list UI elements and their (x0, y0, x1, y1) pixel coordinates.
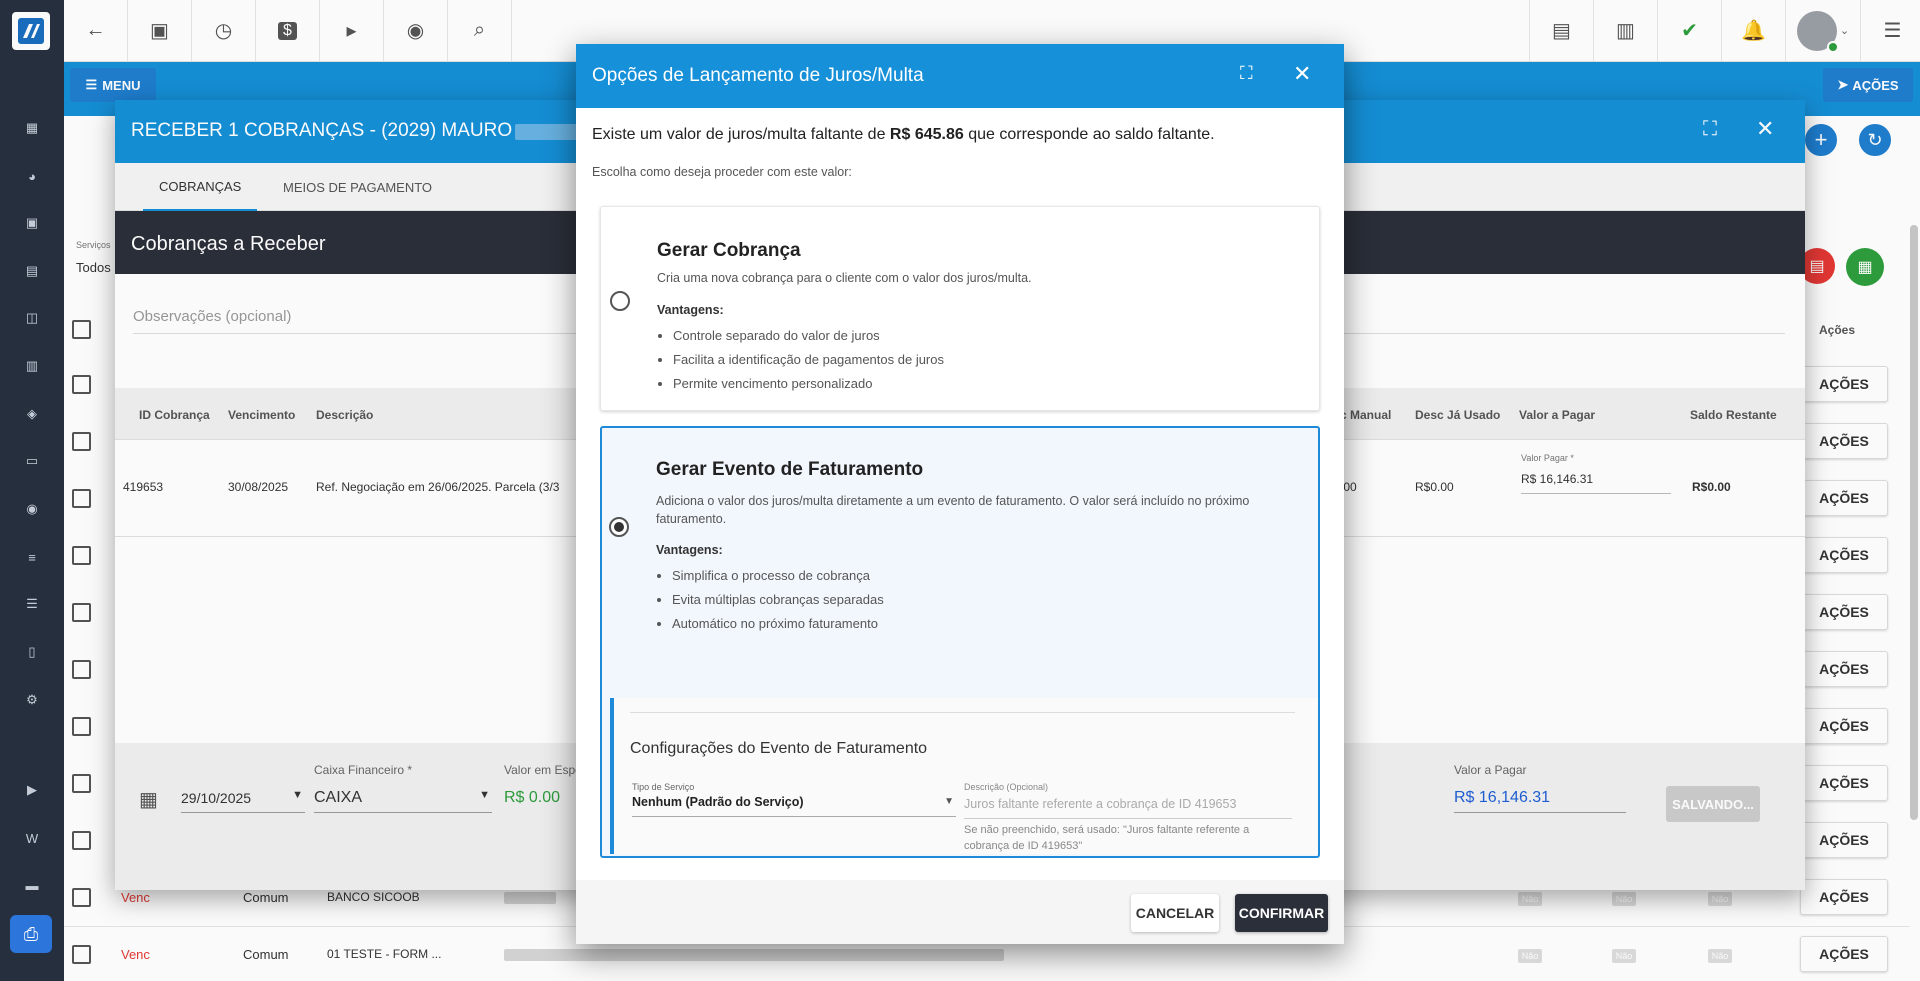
descricao-label: Descrição (Opcional) (964, 782, 1049, 792)
close-icon[interactable]: ✕ (1293, 61, 1311, 87)
descricao-hint: Se não preenchido, será usado: "Juros fa… (964, 824, 1250, 852)
option-description: Adiciona o valor dos juros/multa diretam… (656, 494, 1250, 526)
list-item: Facilita a identificação de pagamentos d… (673, 348, 944, 372)
divider (630, 712, 1295, 713)
option-gerar-evento[interactable]: Gerar Evento de Faturamento Adiciona o v… (600, 426, 1320, 858)
juros-multa-dialog: Opções de Lançamento de Juros/Multa ⛶ ✕ … (576, 44, 1344, 944)
vantagens-label: Vantagens: (656, 543, 723, 557)
choose-text: Escolha como deseja proceder com este va… (592, 165, 852, 179)
dialog-title: Opções de Lançamento de Juros/Multa (592, 65, 924, 86)
list-item: Automático no próximo faturamento (672, 612, 884, 636)
vantagens-list: Controle separado do valor de juros Faci… (657, 324, 944, 396)
option-description: Cria uma nova cobrança para o cliente co… (657, 271, 1032, 285)
confirm-button[interactable]: CONFIRMAR (1235, 894, 1328, 932)
list-item: Permite vencimento personalizado (673, 372, 944, 396)
dialog-header: Opções de Lançamento de Juros/Multa ⛶ ✕ (576, 44, 1344, 108)
radio-gerar-cobranca[interactable] (610, 291, 630, 311)
option-gerar-cobranca[interactable]: Gerar Cobrança Cria uma nova cobrança pa… (600, 206, 1320, 411)
maximize-icon[interactable]: ⛶ (1240, 63, 1253, 84)
vantagens-label: Vantagens: (657, 303, 724, 317)
tipo-servico-select[interactable]: Nenhum (Padrão do Serviço) ▼ (632, 795, 956, 817)
vantagens-list: Simplifica o processo de cobrança Evita … (656, 564, 884, 636)
dropdown-arrow-icon: ▼ (944, 796, 954, 807)
tipo-servico-label: Tipo de Serviço (632, 782, 695, 792)
descricao-input[interactable]: Juros faltante referente a cobrança de I… (964, 797, 1292, 819)
config-title: Configurações do Evento de Faturamento (630, 740, 928, 757)
list-item: Simplifica o processo de cobrança (672, 564, 884, 588)
missing-amount: R$ 645.86 (889, 126, 964, 143)
list-item: Controle separado do valor de juros (673, 324, 944, 348)
dialog-actions: CANCELAR CONFIRMAR (576, 880, 1344, 944)
cancel-button[interactable]: CANCELAR (1131, 894, 1219, 932)
list-item: Evita múltiplas cobranças separadas (672, 588, 884, 612)
option-title: Gerar Cobrança (657, 240, 801, 261)
config-panel: Configurações do Evento de Faturamento T… (610, 698, 1318, 854)
radio-gerar-evento[interactable] (609, 517, 629, 537)
option-title: Gerar Evento de Faturamento (656, 459, 924, 480)
intro-text: Existe um valor de juros/multa faltante … (592, 126, 1215, 143)
